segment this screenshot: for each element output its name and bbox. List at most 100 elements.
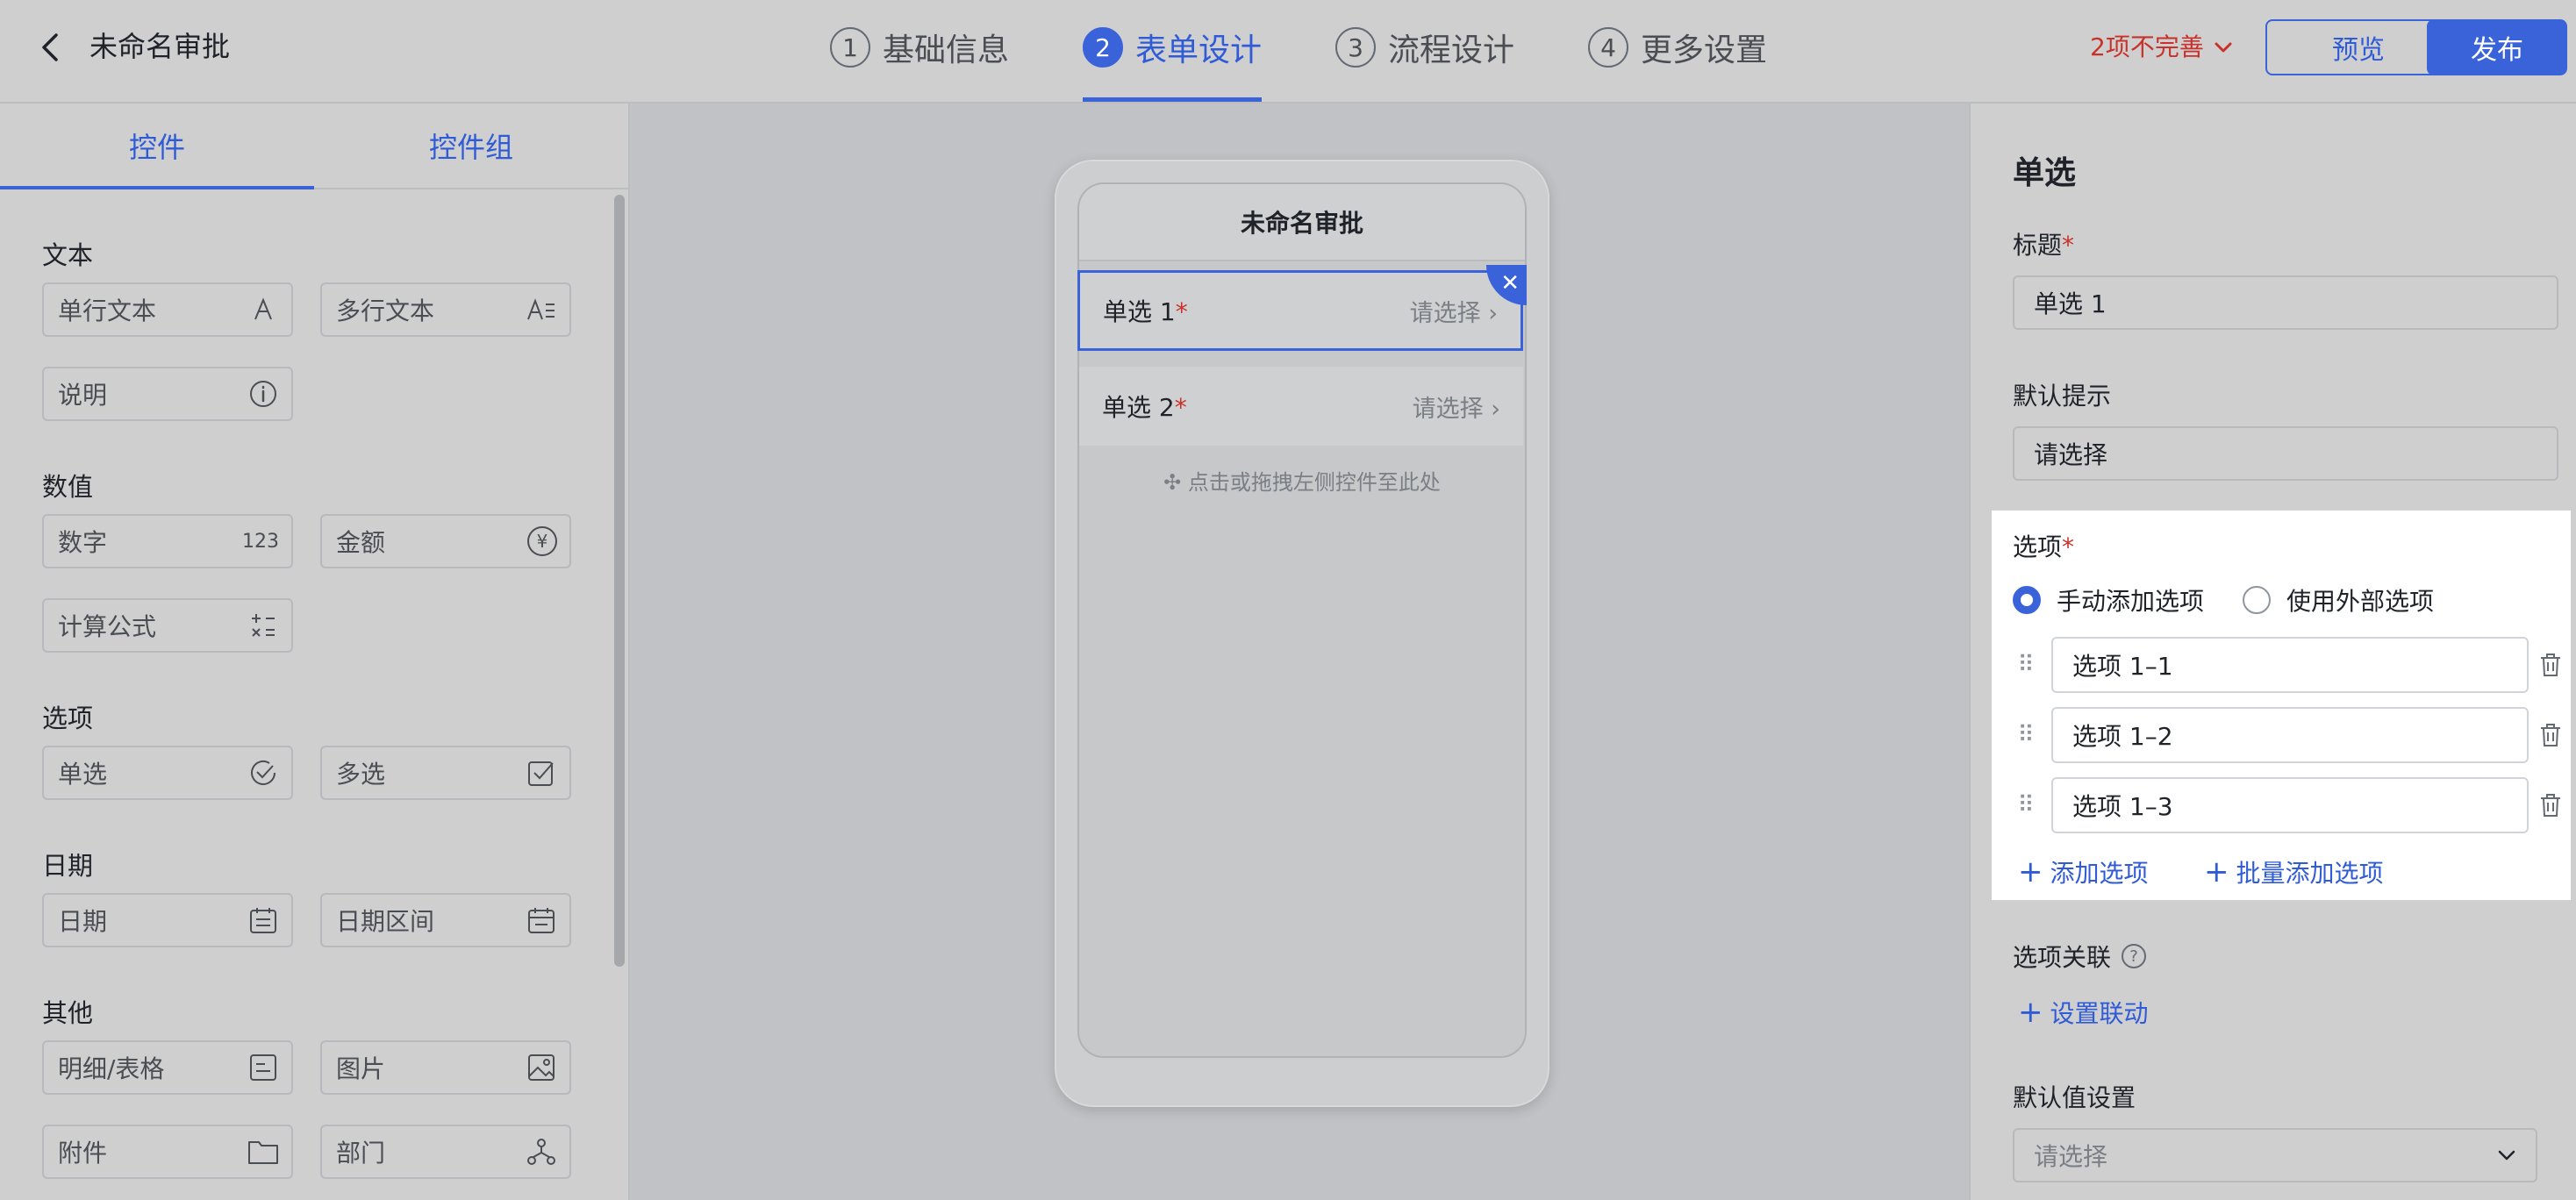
- step-flow-design[interactable]: 3 流程设计: [1335, 23, 1514, 72]
- currency-icon: ¥: [527, 526, 557, 556]
- option-input[interactable]: 选项 1–1: [2051, 637, 2529, 693]
- check-circle-icon: [247, 757, 279, 789]
- move-icon: ✣: [1163, 470, 1188, 495]
- control-date[interactable]: 日期: [42, 893, 293, 947]
- drag-handle-icon[interactable]: ⠿: [2013, 722, 2039, 748]
- radio-external-options[interactable]: 使用外部选项: [2243, 582, 2434, 618]
- checkbox-icon: [526, 757, 557, 789]
- calendar-range-icon: [526, 904, 557, 936]
- control-label: 日期: [58, 907, 108, 936]
- drag-handle-icon[interactable]: ⠿: [2013, 792, 2039, 818]
- properties-heading: 单选: [2013, 155, 2077, 191]
- control-amount[interactable]: 金额 ¥: [320, 514, 571, 568]
- step-label: 流程设计: [1388, 32, 1515, 68]
- trash-icon[interactable]: [2537, 652, 2564, 678]
- field-placeholder: 请选择 ›: [1412, 395, 1500, 423]
- step-form-design[interactable]: 2 表单设计: [1083, 23, 1263, 102]
- form-title: 未命名审批: [1079, 184, 1525, 261]
- control-label: 图片: [336, 1054, 386, 1083]
- title-input[interactable]: 单选 1: [2013, 275, 2558, 330]
- tab-control-groups[interactable]: 控件组: [314, 104, 628, 188]
- option-input[interactable]: 选项 1–2: [2051, 707, 2529, 763]
- plus-icon: +: [2204, 854, 2229, 889]
- default-value-select[interactable]: 请选择: [2013, 1128, 2537, 1182]
- control-detail-table[interactable]: 明细/表格: [42, 1040, 293, 1095]
- option-row: ⠿ 选项 1–1: [2013, 637, 2565, 693]
- control-image[interactable]: 图片: [320, 1040, 571, 1095]
- trash-icon[interactable]: [2537, 722, 2564, 748]
- section-number: 数值: [42, 472, 94, 502]
- form-field-single-choice-2[interactable]: 单选 2* 请选择 ›: [1079, 367, 1523, 446]
- options-label: 选项*: [2013, 532, 2075, 561]
- option-input[interactable]: 选项 1–3: [2051, 777, 2529, 833]
- control-description[interactable]: 说明: [42, 367, 293, 421]
- option-row: ⠿ 选项 1–2: [2013, 707, 2565, 763]
- step-basic-info[interactable]: 1 基础信息: [830, 23, 1009, 72]
- radio-unselected-icon: [2243, 586, 2271, 614]
- control-label: 日期区间: [336, 907, 435, 936]
- info-icon: [247, 378, 279, 410]
- drag-handle-icon[interactable]: ⠿: [2013, 652, 2039, 678]
- help-icon[interactable]: ?: [2122, 944, 2147, 968]
- step-number: 1: [830, 27, 870, 68]
- form-field-single-choice-1[interactable]: 单选 1* 请选择 ›: [1077, 270, 1523, 351]
- default-hint-input[interactable]: 请选择: [2013, 426, 2558, 481]
- panel-scrollbar[interactable]: [614, 195, 625, 967]
- calendar-icon: [247, 904, 279, 936]
- option-association-label: 选项关联 ?: [2013, 939, 2147, 974]
- option-row: ⠿ 选项 1–3: [2013, 777, 2565, 833]
- control-department[interactable]: 部门: [320, 1125, 571, 1179]
- chevron-right-icon: ›: [1483, 395, 1500, 423]
- add-option-button[interactable]: + 添加选项: [2018, 854, 2149, 889]
- control-multi-choice[interactable]: 多选: [320, 746, 571, 800]
- step-nav: 1 基础信息 2 表单设计 3 流程设计 4 更多设置: [830, 23, 1841, 102]
- image-icon: [526, 1052, 557, 1083]
- chevron-down-icon: [2498, 1150, 2515, 1161]
- step-label: 基础信息: [883, 32, 1010, 68]
- step-number: 3: [1335, 27, 1377, 68]
- control-number[interactable]: 数字 123: [42, 514, 293, 568]
- publish-button[interactable]: 发布: [2427, 19, 2567, 75]
- title-label: 标题*: [2013, 231, 2075, 260]
- control-single-line-text[interactable]: 单行文本: [42, 282, 293, 337]
- formula-icon: [247, 610, 279, 641]
- letter-a-icon: [247, 294, 279, 325]
- step-label: 表单设计: [1135, 32, 1263, 68]
- control-formula[interactable]: 计算公式: [42, 598, 293, 653]
- letter-a-lines-icon: [526, 294, 557, 325]
- section-text: 文本: [42, 240, 94, 270]
- back-arrow-icon[interactable]: [33, 30, 68, 65]
- control-multi-line-text[interactable]: 多行文本: [320, 282, 571, 337]
- control-label: 明细/表格: [58, 1054, 165, 1083]
- control-label: 附件: [58, 1139, 108, 1168]
- incomplete-dropdown[interactable]: 2项不完善: [2090, 30, 2236, 65]
- control-date-range[interactable]: 日期区间: [320, 893, 571, 947]
- step-more-settings[interactable]: 4 更多设置: [1588, 23, 1767, 72]
- table-icon: [247, 1052, 279, 1083]
- field-label: 单选 1*: [1103, 297, 1188, 326]
- radio-selected-icon: [2013, 586, 2041, 614]
- chevron-right-icon: ›: [1480, 299, 1498, 327]
- number-icon: 123: [242, 530, 279, 553]
- control-label: 多行文本: [336, 296, 435, 325]
- section-other: 其他: [42, 998, 94, 1028]
- trash-icon[interactable]: [2537, 792, 2564, 818]
- control-label: 计算公式: [58, 612, 157, 641]
- preview-button[interactable]: 预览: [2265, 19, 2451, 75]
- set-linkage-button[interactable]: + 设置联动: [2018, 995, 2149, 1030]
- app-title: 未命名审批: [89, 30, 231, 63]
- control-label: 单选: [58, 760, 108, 789]
- control-label: 金额: [336, 528, 386, 557]
- field-label: 单选 2*: [1102, 393, 1187, 422]
- control-label: 单行文本: [58, 296, 157, 325]
- step-label: 更多设置: [1641, 32, 1768, 68]
- control-label: 数字: [58, 528, 108, 557]
- plus-icon: +: [2018, 854, 2043, 889]
- tab-controls[interactable]: 控件: [0, 104, 314, 189]
- control-attachment[interactable]: 附件: [42, 1125, 293, 1179]
- radio-manual-options[interactable]: 手动添加选项: [2013, 582, 2204, 618]
- batch-add-option-button[interactable]: + 批量添加选项: [2204, 854, 2384, 889]
- select-placeholder: 请选择: [2034, 1142, 2108, 1171]
- drop-hint: ✣ 点击或拖拽左侧控件至此处: [1163, 470, 1441, 495]
- control-single-choice[interactable]: 单选: [42, 746, 293, 800]
